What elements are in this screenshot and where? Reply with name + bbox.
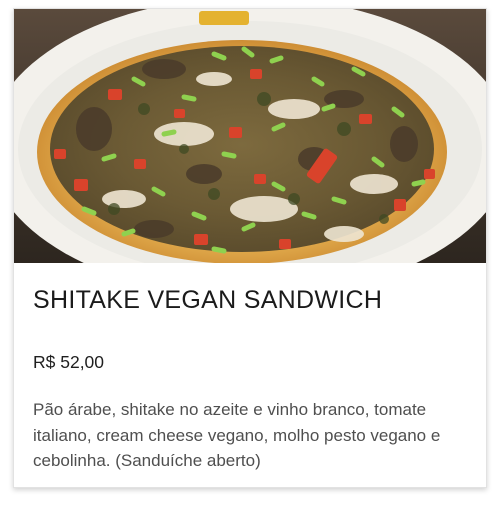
product-title: SHITAKE VEGAN SANDWICH bbox=[33, 286, 383, 314]
product-price: R$ 52,00 bbox=[33, 352, 105, 372]
product-card[interactable]: SHITAKE VEGAN SANDWICH R$ 52,00 Pão árab… bbox=[13, 8, 487, 488]
product-image bbox=[14, 9, 486, 263]
product-description: Pão árabe, shitake no azeite e vinho bra… bbox=[33, 400, 441, 470]
